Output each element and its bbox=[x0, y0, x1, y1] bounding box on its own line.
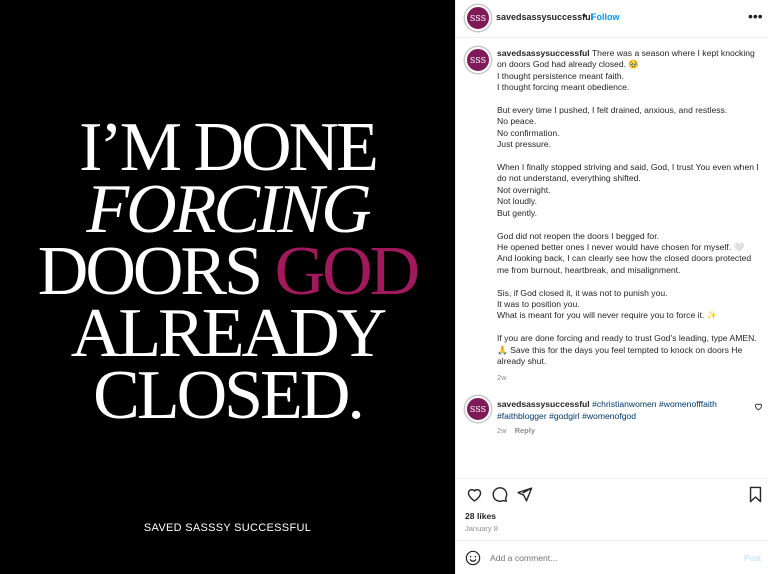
caption-avatar[interactable]: SSS bbox=[465, 47, 491, 73]
reply-meta: 2w Reply bbox=[497, 426, 535, 435]
hashtag-link[interactable]: #womenofgod bbox=[582, 411, 636, 421]
hashtag-link[interactable]: #christianwomen bbox=[592, 399, 656, 409]
heart-icon[interactable] bbox=[465, 485, 483, 503]
heart-icon[interactable] bbox=[754, 398, 763, 416]
share-icon[interactable] bbox=[515, 485, 533, 503]
headline-line-5: CLOSED. bbox=[93, 357, 365, 434]
reply-button[interactable]: Reply bbox=[515, 426, 535, 435]
post-image-footer: SAVED SASSSY SUCCESSFUL bbox=[143, 522, 312, 534]
reply-text: savedsassysuccessful #christianwomen #wo… bbox=[497, 398, 747, 422]
follow-button[interactable]: Follow bbox=[591, 12, 620, 22]
more-horizontal-icon[interactable]: ••• bbox=[748, 9, 763, 23]
reply-timestamp[interactable]: 2w bbox=[497, 426, 507, 435]
add-comment-bar: Post bbox=[456, 540, 768, 574]
hashtag-link[interactable]: #faithblogger bbox=[497, 411, 547, 421]
comments-list[interactable]: SSS savedsassysuccessful There was a sea… bbox=[456, 38, 768, 478]
caption-username[interactable]: savedsassysuccessful bbox=[497, 48, 590, 58]
avatar-initials: SSS bbox=[469, 13, 487, 23]
avatar-initials: SSS bbox=[469, 404, 487, 414]
post-panel: SSS savedsassysuccessful • Follow ••• SS… bbox=[455, 0, 768, 574]
post-header: SSS savedsassysuccessful • Follow ••• bbox=[456, 0, 768, 38]
reply-avatar[interactable]: SSS bbox=[465, 396, 491, 422]
hashtag-link[interactable]: #womenofffaith bbox=[659, 399, 717, 409]
post-button[interactable]: Post bbox=[744, 553, 761, 563]
caption-timestamp[interactable]: 2w bbox=[497, 373, 507, 382]
bookmark-icon[interactable] bbox=[746, 485, 764, 503]
header-separator: • bbox=[583, 11, 587, 21]
emoji-icon[interactable] bbox=[465, 550, 481, 571]
header-username[interactable]: savedsassysuccessful bbox=[496, 12, 593, 22]
hashtag-link[interactable]: #godgirl bbox=[549, 411, 580, 421]
post-actions: 28 likes January 8 bbox=[456, 478, 768, 540]
headline-line-3: DOORS GOD bbox=[0, 237, 455, 307]
caption-body: There was a season where I kept knocking… bbox=[497, 48, 759, 366]
avatar-initials: SSS bbox=[469, 55, 487, 65]
post-image-headline: I’M DONE FORCING DOORS GOD ALREADY CLOSE… bbox=[0, 109, 455, 434]
headline-line-4: ALREADY bbox=[70, 295, 387, 372]
comment-icon[interactable] bbox=[490, 485, 508, 503]
post-date[interactable]: January 8 bbox=[465, 524, 498, 533]
like-count[interactable]: 28 likes bbox=[465, 511, 496, 521]
headline-line-2: FORCING bbox=[86, 171, 371, 248]
reply-username[interactable]: savedsassysuccessful bbox=[497, 399, 590, 409]
post-image[interactable]: I’M DONE FORCING DOORS GOD ALREADY CLOSE… bbox=[0, 0, 455, 574]
headline-line-1: I’M DONE bbox=[79, 109, 379, 186]
avatar[interactable]: SSS bbox=[465, 5, 491, 31]
comment-input[interactable] bbox=[490, 550, 730, 566]
caption-text: savedsassysuccessful There was a season … bbox=[497, 48, 759, 367]
